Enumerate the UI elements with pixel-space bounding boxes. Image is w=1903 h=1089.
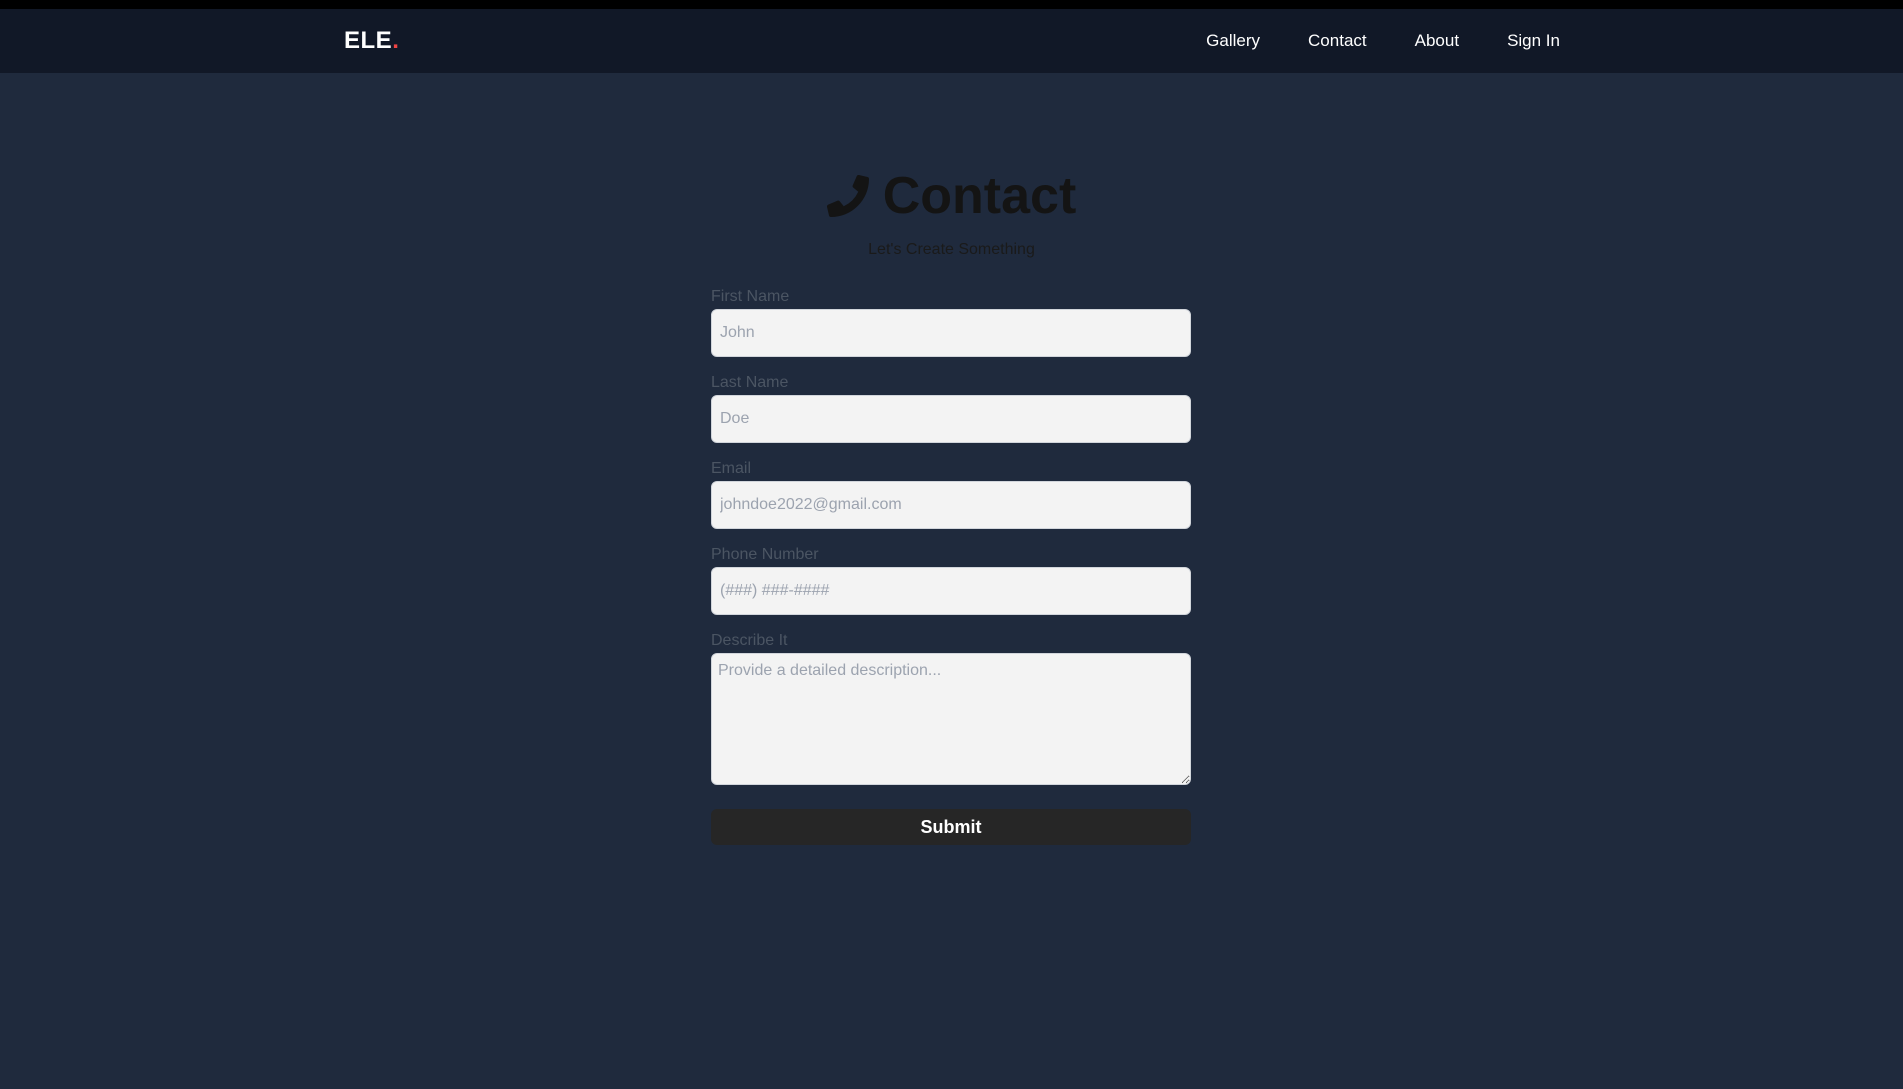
phone-icon [826,175,869,217]
phone-number-input[interactable] [711,567,1191,615]
email-label: Email [711,460,752,477]
nav-link-gallery[interactable]: Gallery [1206,9,1260,73]
submit-button[interactable]: Submit [711,809,1191,845]
brand-logo[interactable]: ELE. [344,9,399,73]
nav-link-about[interactable]: About [1415,9,1459,73]
page-title-text: Contact [882,167,1077,225]
nav-link-sign-in[interactable]: Sign In [1507,9,1560,73]
nav-links: Gallery Contact About Sign In [1206,9,1560,73]
first-name-input[interactable] [711,309,1191,357]
page-header: Contact Let's Create Something [0,165,1903,259]
nav-link-contact[interactable]: Contact [1308,9,1367,73]
first-name-label: First Name [711,288,790,305]
page-title: Contact [826,165,1077,227]
email-input[interactable] [711,481,1191,529]
page-subtitle: Let's Create Something [868,241,1035,258]
brand-name: ELE [344,27,393,54]
contact-form: First Name Last Name Email Phone Number … [711,287,1191,845]
brand-dot: . [392,27,400,54]
last-name-input[interactable] [711,395,1191,443]
description-label: Describe It [711,632,788,649]
last-name-label: Last Name [711,374,789,391]
description-textarea[interactable] [711,653,1191,785]
phone-number-label: Phone Number [711,546,819,563]
navbar: ELE. Gallery Contact About Sign In [0,9,1903,73]
top-strip [0,0,1903,9]
